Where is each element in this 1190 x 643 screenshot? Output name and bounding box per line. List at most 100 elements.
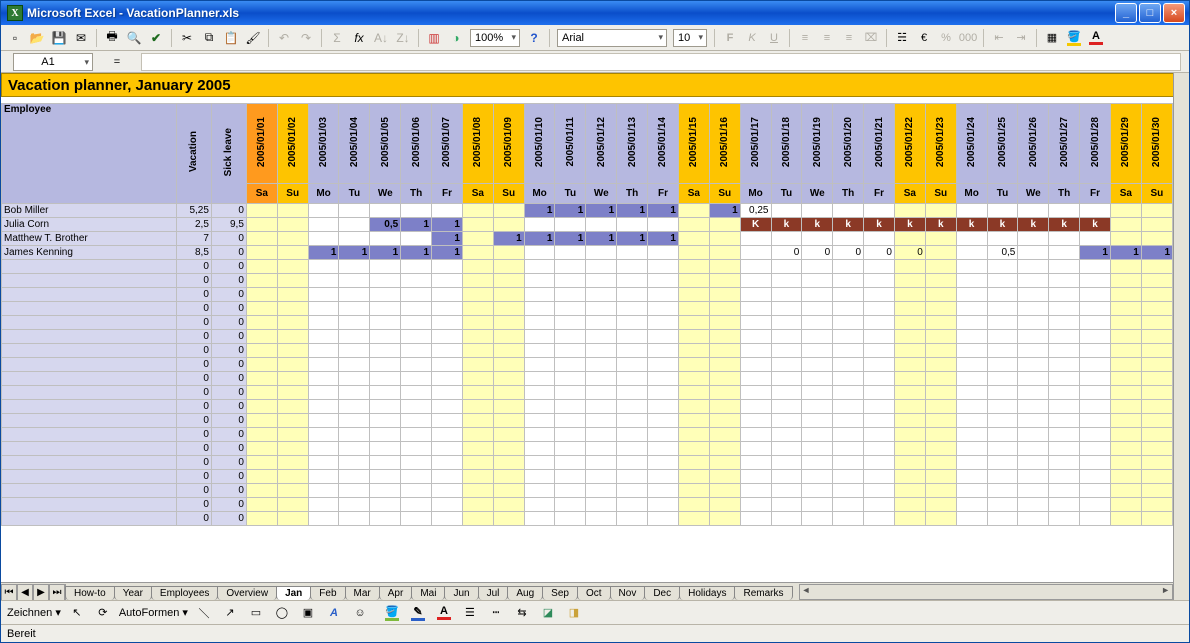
day-cell[interactable] bbox=[246, 288, 277, 302]
day-cell[interactable] bbox=[339, 386, 370, 400]
day-cell[interactable] bbox=[987, 386, 1018, 400]
day-cell[interactable] bbox=[308, 274, 339, 288]
day-cell[interactable] bbox=[308, 232, 339, 246]
day-cell[interactable] bbox=[401, 414, 432, 428]
line-style-button[interactable]: ☰ bbox=[460, 603, 480, 623]
day-cell[interactable] bbox=[277, 204, 308, 218]
day-cell[interactable] bbox=[524, 246, 555, 260]
employee-name[interactable] bbox=[2, 358, 177, 372]
day-cell[interactable] bbox=[462, 470, 493, 484]
day-cell[interactable] bbox=[1080, 260, 1111, 274]
day-cell[interactable] bbox=[462, 386, 493, 400]
day-cell[interactable] bbox=[1080, 204, 1111, 218]
day-cell[interactable] bbox=[1080, 470, 1111, 484]
day-cell[interactable] bbox=[1049, 330, 1080, 344]
day-cell[interactable] bbox=[894, 386, 925, 400]
day-cell[interactable] bbox=[370, 470, 401, 484]
day-cell[interactable] bbox=[648, 358, 679, 372]
day-cell[interactable] bbox=[586, 358, 617, 372]
day-cell[interactable] bbox=[555, 372, 586, 386]
day-cell[interactable] bbox=[709, 512, 740, 526]
day-cell[interactable] bbox=[432, 344, 463, 358]
day-cell[interactable] bbox=[833, 414, 864, 428]
day-cell[interactable] bbox=[493, 456, 524, 470]
day-cell[interactable] bbox=[370, 232, 401, 246]
day-cell[interactable] bbox=[864, 204, 895, 218]
day-cell[interactable] bbox=[864, 498, 895, 512]
line-button[interactable]: ＼ bbox=[194, 603, 214, 623]
day-cell[interactable] bbox=[864, 414, 895, 428]
day-cell[interactable] bbox=[308, 386, 339, 400]
vacation-total[interactable]: 0 bbox=[176, 330, 211, 344]
day-cell[interactable]: 1 bbox=[1080, 246, 1111, 260]
employee-name[interactable] bbox=[2, 400, 177, 414]
day-cell[interactable] bbox=[925, 498, 956, 512]
day-cell[interactable] bbox=[339, 484, 370, 498]
day-cell[interactable] bbox=[401, 358, 432, 372]
day-cell[interactable] bbox=[617, 260, 648, 274]
day-cell[interactable] bbox=[1080, 344, 1111, 358]
day-cell[interactable] bbox=[493, 218, 524, 232]
day-cell[interactable] bbox=[277, 344, 308, 358]
day-cell[interactable] bbox=[1110, 358, 1141, 372]
day-cell[interactable] bbox=[586, 260, 617, 274]
day-cell[interactable] bbox=[678, 246, 709, 260]
day-cell[interactable] bbox=[308, 358, 339, 372]
day-cell[interactable] bbox=[1080, 428, 1111, 442]
day-cell[interactable] bbox=[648, 512, 679, 526]
day-cell[interactable] bbox=[771, 260, 802, 274]
day-cell[interactable] bbox=[864, 428, 895, 442]
day-cell[interactable] bbox=[308, 414, 339, 428]
day-cell[interactable] bbox=[586, 400, 617, 414]
day-cell[interactable] bbox=[555, 414, 586, 428]
day-cell[interactable] bbox=[925, 484, 956, 498]
day-cell[interactable] bbox=[246, 498, 277, 512]
day-cell[interactable] bbox=[432, 316, 463, 330]
day-cell[interactable] bbox=[493, 246, 524, 260]
day-cell[interactable] bbox=[1110, 344, 1141, 358]
employee-name[interactable]: Bob Miller bbox=[2, 204, 177, 218]
vacation-total[interactable]: 0 bbox=[176, 428, 211, 442]
day-cell[interactable] bbox=[771, 512, 802, 526]
day-cell[interactable] bbox=[771, 386, 802, 400]
day-cell[interactable] bbox=[1141, 512, 1172, 526]
day-cell[interactable] bbox=[956, 484, 987, 498]
day-cell[interactable] bbox=[956, 204, 987, 218]
day-cell[interactable] bbox=[401, 442, 432, 456]
sheet-tab-remarks[interactable]: Remarks bbox=[734, 586, 792, 600]
day-cell[interactable] bbox=[462, 414, 493, 428]
day-cell[interactable] bbox=[524, 358, 555, 372]
day-cell[interactable] bbox=[1018, 204, 1049, 218]
sheet-tab-oct[interactable]: Oct bbox=[577, 586, 611, 600]
sick-total[interactable]: 0 bbox=[211, 204, 246, 218]
day-cell[interactable] bbox=[1018, 484, 1049, 498]
day-cell[interactable] bbox=[1141, 456, 1172, 470]
day-cell[interactable] bbox=[864, 400, 895, 414]
sick-total[interactable]: 0 bbox=[211, 414, 246, 428]
day-cell[interactable] bbox=[678, 428, 709, 442]
day-cell[interactable] bbox=[925, 260, 956, 274]
day-cell[interactable] bbox=[277, 288, 308, 302]
day-cell[interactable] bbox=[648, 260, 679, 274]
sheet-tab-jul[interactable]: Jul bbox=[478, 586, 509, 600]
vacation-total[interactable]: 8,5 bbox=[176, 246, 211, 260]
day-cell[interactable] bbox=[802, 470, 833, 484]
maximize-button[interactable]: □ bbox=[1139, 3, 1161, 23]
day-cell[interactable] bbox=[1049, 484, 1080, 498]
day-cell[interactable]: 1 bbox=[586, 232, 617, 246]
day-cell[interactable] bbox=[709, 400, 740, 414]
day-cell[interactable] bbox=[987, 498, 1018, 512]
day-cell[interactable] bbox=[401, 260, 432, 274]
day-cell[interactable] bbox=[802, 512, 833, 526]
day-cell[interactable] bbox=[432, 456, 463, 470]
day-cell[interactable] bbox=[617, 302, 648, 316]
day-cell[interactable] bbox=[1110, 428, 1141, 442]
day-cell[interactable] bbox=[370, 414, 401, 428]
day-cell[interactable] bbox=[308, 470, 339, 484]
day-cell[interactable] bbox=[1018, 386, 1049, 400]
day-cell[interactable] bbox=[555, 512, 586, 526]
day-cell[interactable] bbox=[1080, 232, 1111, 246]
day-cell[interactable] bbox=[1049, 442, 1080, 456]
day-cell[interactable] bbox=[1110, 330, 1141, 344]
arrow-button[interactable]: ↗ bbox=[220, 603, 240, 623]
